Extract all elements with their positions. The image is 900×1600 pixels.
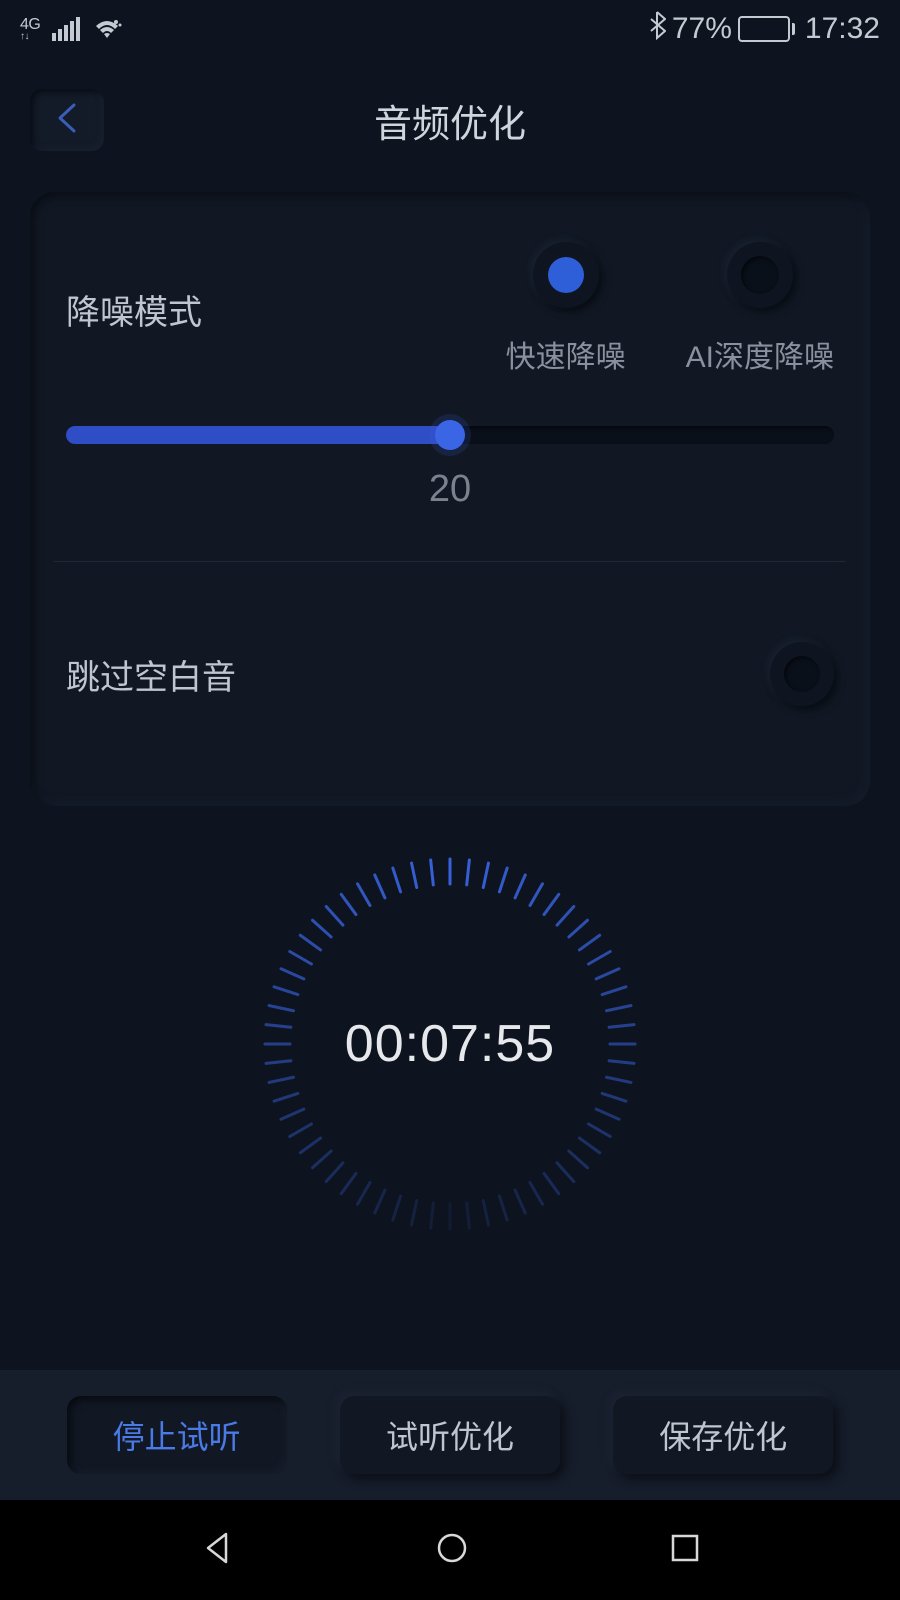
- dial-ticks-icon: [260, 854, 640, 1234]
- status-left: 4G ↑↓: [20, 17, 122, 42]
- nav-recent-icon[interactable]: [669, 1532, 701, 1569]
- status-bar: 4G ↑↓ 77% 17:32: [0, 0, 900, 58]
- noise-mode-label: 降噪模式: [66, 285, 202, 334]
- radio-indicator: [727, 242, 793, 308]
- noise-level-slider[interactable]: [66, 426, 834, 444]
- signal-icon: [52, 17, 80, 41]
- back-button[interactable]: [30, 89, 104, 151]
- system-nav-bar: [0, 1500, 900, 1600]
- chevron-left-icon: [54, 101, 80, 140]
- status-time: 17:32: [805, 12, 880, 46]
- page-title: 音频优化: [374, 93, 526, 148]
- settings-card: 降噪模式 快速降噪 AI深度降噪 20 跳过空白音: [30, 192, 870, 806]
- noise-mode-row: 降噪模式 快速降噪 AI深度降噪: [30, 192, 870, 412]
- radio-ai-deep-denoise[interactable]: AI深度降噪: [686, 242, 834, 376]
- battery-icon: [738, 16, 795, 42]
- save-optimize-button[interactable]: 保存优化: [613, 1396, 833, 1474]
- timer-dial: 00:07:55: [260, 854, 640, 1234]
- network-4g-icon: 4G ↑↓: [20, 17, 40, 42]
- battery-percent: 77%: [672, 12, 732, 46]
- radio-fast-denoise[interactable]: 快速降噪: [506, 242, 626, 376]
- bottom-action-bar: 停止试听 试听优化 保存优化: [0, 1370, 900, 1500]
- radio-indicator: [533, 242, 599, 308]
- nav-back-icon[interactable]: [199, 1530, 235, 1571]
- bluetooth-icon: [648, 10, 666, 48]
- radio-label-fast: 快速降噪: [506, 332, 626, 376]
- status-right: 77% 17:32: [648, 10, 880, 48]
- noise-level-slider-row: 20: [30, 412, 870, 529]
- timer-area: 00:07:55: [0, 854, 900, 1234]
- nav-home-icon[interactable]: [434, 1530, 470, 1571]
- skip-silence-toggle[interactable]: [770, 642, 834, 706]
- skip-silence-row: 跳过空白音: [30, 562, 870, 806]
- slider-thumb[interactable]: [435, 420, 465, 450]
- radio-label-ai: AI深度降噪: [686, 332, 834, 376]
- noise-mode-radio-group: 快速降噪 AI深度降噪: [202, 242, 834, 376]
- slider-value: 20: [66, 468, 834, 511]
- skip-silence-label: 跳过空白音: [66, 650, 236, 699]
- wifi-icon: [92, 17, 122, 41]
- header: 音频优化: [0, 70, 900, 170]
- stop-preview-button[interactable]: 停止试听: [67, 1396, 287, 1474]
- preview-optimize-button[interactable]: 试听优化: [340, 1396, 560, 1474]
